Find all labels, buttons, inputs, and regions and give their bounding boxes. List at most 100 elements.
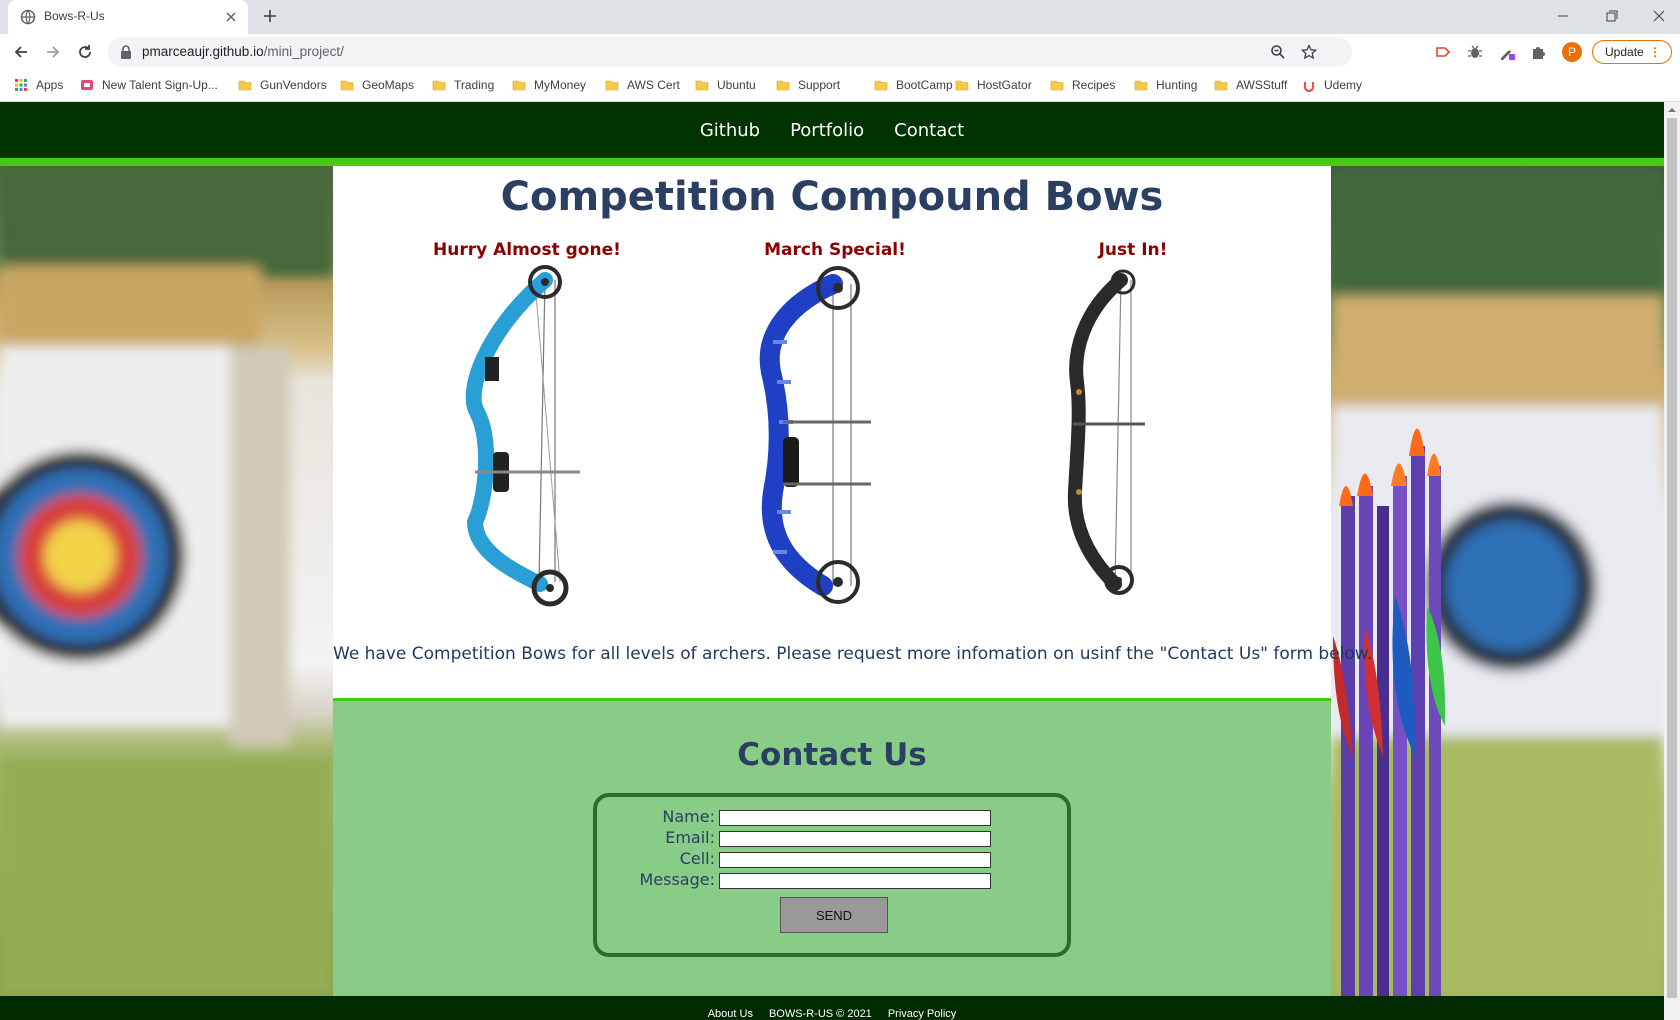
bow-caption-2: March Special! — [764, 240, 906, 260]
profile-avatar[interactable]: P — [1562, 42, 1582, 62]
bookmark-item[interactable]: Udemy — [1302, 70, 1362, 100]
send-button[interactable]: SEND — [780, 897, 888, 933]
folder-icon — [1214, 80, 1228, 91]
form-row-cell: Cell: — [597, 849, 1067, 869]
promo-text: We have Competition Bows for all levels … — [333, 644, 1373, 664]
bookmark-item[interactable]: Support — [776, 70, 840, 100]
scroll-thumb[interactable] — [1667, 118, 1677, 998]
browser-toolbar: pmarceaujr.github.io/mini_project/ — [0, 34, 1680, 70]
bookmark-label: Trading — [454, 78, 495, 92]
folder-icon — [432, 80, 446, 91]
apps-grid-icon — [15, 79, 27, 91]
bookmark-label: Udemy — [1324, 78, 1363, 92]
message-label: Message: — [639, 870, 715, 889]
folder-icon — [340, 80, 354, 91]
name-field[interactable] — [719, 810, 991, 826]
folder-icon — [605, 80, 619, 91]
page-scrollbar[interactable] — [1664, 102, 1680, 1020]
bookmark-item[interactable]: New Talent Sign-Up... — [80, 70, 218, 100]
cell-field[interactable] — [719, 852, 991, 868]
bookmark-item[interactable]: Trading — [432, 70, 494, 100]
site-nav: Github Portfolio Contact — [0, 102, 1664, 158]
bow-image-3[interactable] — [1033, 262, 1163, 612]
tab-strip: Bows-R-Us — [0, 0, 1680, 34]
address-bar[interactable]: pmarceaujr.github.io/mini_project/ — [108, 37, 1352, 67]
nav-link-contact[interactable]: Contact — [894, 120, 964, 141]
folder-icon — [874, 80, 888, 91]
plus-icon[interactable] — [262, 8, 278, 24]
bow-image-2[interactable] — [733, 262, 883, 612]
folder-icon — [776, 80, 790, 91]
globe-icon — [20, 9, 36, 25]
bookmark-item[interactable]: GunVendors — [238, 70, 327, 100]
bookmark-item[interactable]: MyMoney — [512, 70, 586, 100]
cast-extension-icon[interactable] — [1434, 43, 1452, 61]
forward-arrow-icon[interactable] — [44, 43, 62, 61]
email-field[interactable] — [719, 831, 991, 847]
zoom-icon[interactable] — [1270, 44, 1286, 60]
restore-icon[interactable] — [1600, 6, 1622, 26]
contact-section: Contact Us Name: Email: Cell: Message: S… — [333, 698, 1331, 996]
bow-caption-1: Hurry Almost gone! — [433, 240, 621, 260]
bookmark-item[interactable]: AWS Cert — [605, 70, 680, 100]
bookmark-label: Recipes — [1072, 78, 1116, 92]
bug-extension-icon[interactable] — [1466, 43, 1484, 61]
folder-icon — [695, 80, 709, 91]
bookmark-item[interactable]: Recipes — [1050, 70, 1115, 100]
minimize-icon[interactable] — [1552, 6, 1574, 26]
window-close-icon[interactable] — [1648, 6, 1670, 26]
bookmark-item[interactable]: Ubuntu — [695, 70, 756, 100]
scroll-up-icon[interactable] — [1668, 106, 1676, 114]
folder-icon — [955, 80, 969, 91]
browser-tab[interactable]: Bows-R-Us — [8, 0, 248, 34]
eyedropper-extension-icon[interactable] — [1498, 43, 1516, 61]
bookmark-label: MyMoney — [534, 78, 587, 92]
update-button[interactable]: Update ⋮ — [1592, 40, 1672, 64]
site-footer: About Us BOWS-R-US © 2021 Privacy Policy — [0, 996, 1664, 1020]
lock-icon[interactable] — [120, 45, 132, 59]
form-row-name: Name: — [597, 807, 1067, 827]
name-label: Name: — [662, 807, 715, 826]
archery-target-background — [0, 166, 333, 996]
url-text[interactable]: pmarceaujr.github.io/mini_project/ — [142, 44, 344, 59]
contact-form: Name: Email: Cell: Message: SEND — [593, 793, 1071, 957]
bookmark-item[interactable]: BootCamp — [874, 70, 953, 100]
close-icon[interactable] — [224, 10, 238, 24]
site-icon — [81, 80, 93, 90]
arrows-background — [1331, 166, 1664, 996]
bows-showcase: Competition Compound Bows Hurry Almost g… — [333, 166, 1373, 702]
bow-image-1[interactable] — [445, 262, 595, 612]
footer-copyright: BOWS-R-US © 2021 — [768, 1008, 872, 1020]
bookmark-item[interactable]: GeoMaps — [340, 70, 414, 100]
star-icon[interactable] — [1301, 44, 1317, 60]
nav-link-portfolio[interactable]: Portfolio — [790, 120, 864, 141]
folder-icon — [512, 80, 526, 91]
message-field[interactable] — [719, 873, 991, 889]
bookmark-label: Hunting — [1156, 78, 1198, 92]
tab-title: Bows-R-Us — [44, 9, 105, 23]
bookmark-item[interactable]: AWSStuff — [1214, 70, 1287, 100]
back-arrow-icon[interactable] — [12, 43, 30, 61]
bookmark-label: HostGator — [977, 78, 1032, 92]
form-row-email: Email: — [597, 828, 1067, 848]
udemy-icon — [1303, 82, 1315, 92]
folder-icon — [1134, 80, 1148, 91]
puzzle-icon[interactable] — [1530, 43, 1548, 61]
bookmarks-bar: Apps New Talent Sign-Up... GunVendors GeoMa… — [0, 70, 1680, 102]
reload-icon[interactable] — [76, 43, 94, 61]
bookmark-label: GeoMaps — [362, 78, 415, 92]
bookmark-label: AWSStuff — [1236, 78, 1288, 92]
bookmark-label: Apps — [36, 78, 64, 92]
footer-link-privacy[interactable]: Privacy Policy — [888, 1008, 956, 1020]
cell-label: Cell: — [679, 849, 715, 868]
folder-icon — [238, 80, 252, 91]
nav-link-github[interactable]: Github — [700, 120, 760, 141]
bookmark-label: Support — [798, 78, 841, 92]
bookmark-item[interactable]: Apps — [14, 70, 63, 100]
bookmark-item[interactable]: HostGator — [955, 70, 1032, 100]
footer-link-about[interactable]: About Us — [708, 1008, 753, 1020]
bookmark-label: New Talent Sign-Up... — [102, 78, 218, 92]
bookmark-item[interactable]: Hunting — [1134, 70, 1197, 100]
contact-heading: Contact Us — [737, 737, 927, 773]
folder-icon — [1050, 80, 1064, 91]
